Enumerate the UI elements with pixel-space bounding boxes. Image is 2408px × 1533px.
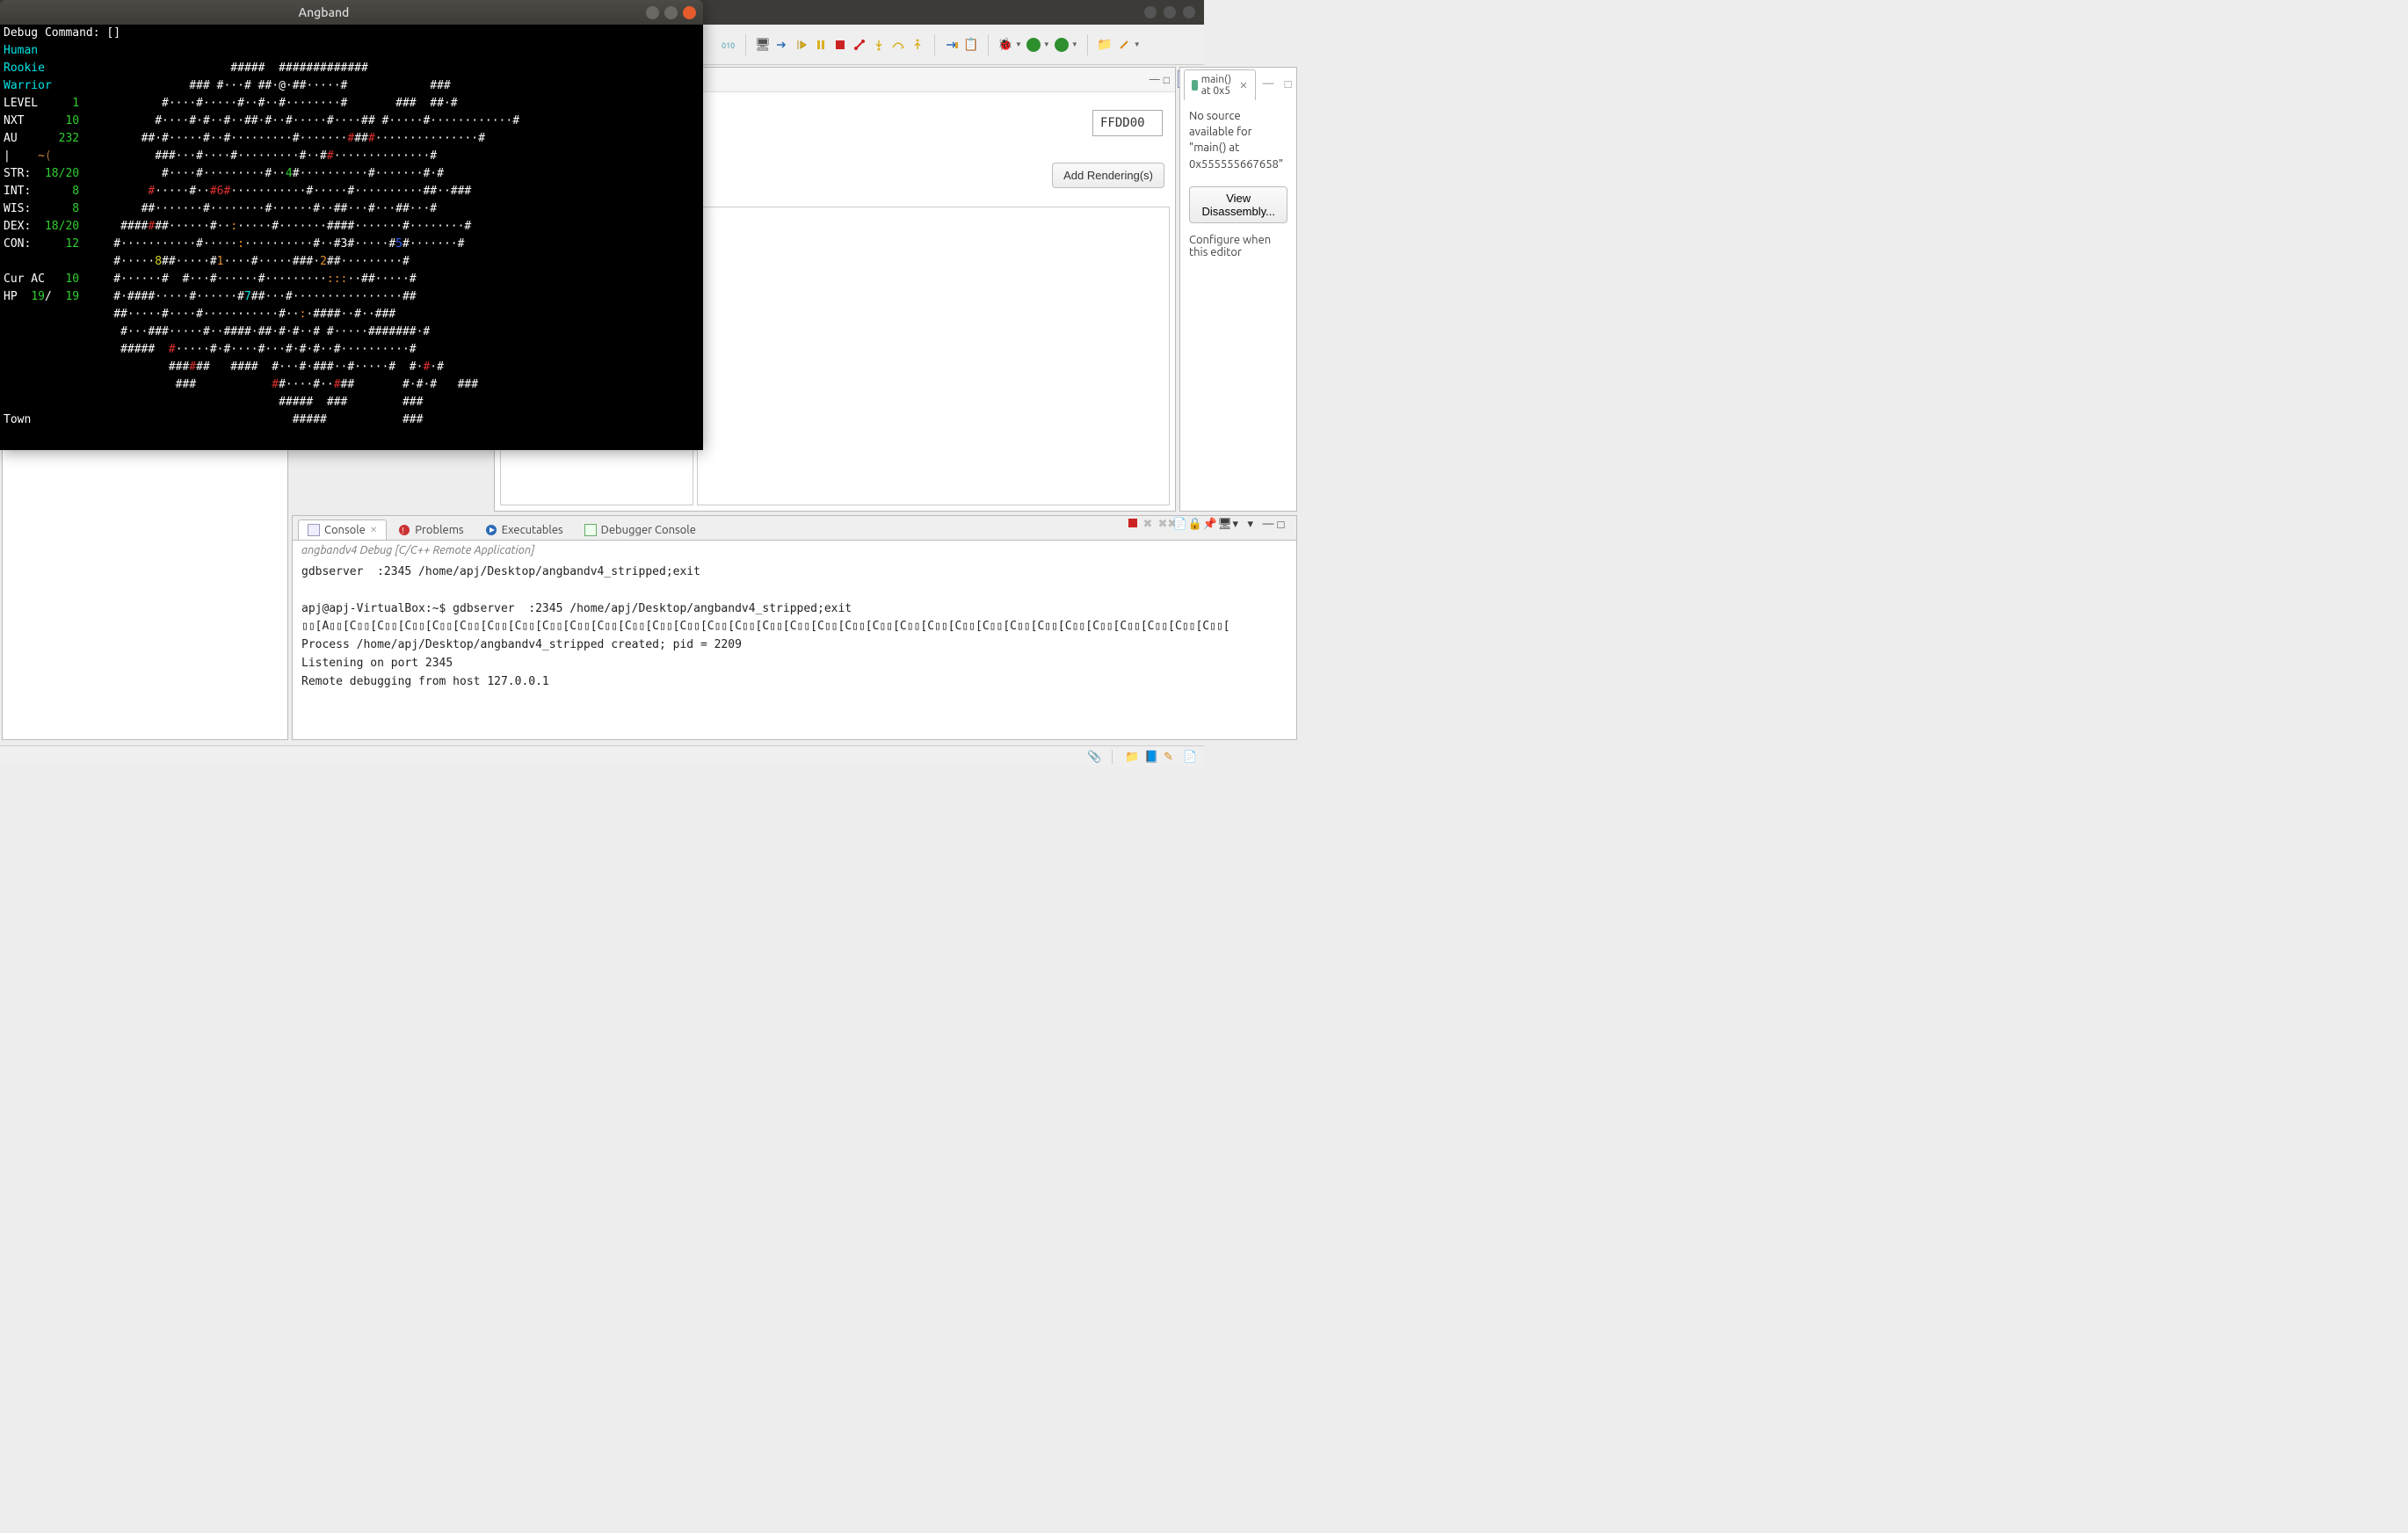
close-tab-icon[interactable]: ✕ [370,525,377,535]
minimize-panel-icon[interactable]: — [1150,74,1160,85]
console-launch-label: angbandv4 Debug [C/C++ Remote Applicatio… [293,541,1296,560]
folder-icon[interactable]: 📁 [1097,37,1113,53]
maximize-icon[interactable] [1164,6,1176,18]
skip-icon[interactable] [774,37,790,53]
angband-window[interactable]: Angband Debug Command: []HumanRookie ###… [0,0,703,450]
drop-to-frame-icon[interactable]: 📋 [963,37,979,53]
angband-title: Angband [7,5,641,19]
angband-titlebar[interactable]: Angband [0,0,703,25]
close-icon[interactable] [1183,6,1195,18]
c-file-icon [1192,80,1198,91]
clear-icon[interactable]: 📄 [1172,518,1185,530]
tab-console[interactable]: Console ✕ [298,519,387,540]
tab-executables[interactable]: Executables [475,519,573,540]
minimize-panel-icon[interactable]: — [1258,74,1280,93]
tab-label: Executables [502,524,563,536]
close-tab-icon[interactable]: ✕ [1239,80,1247,91]
console-panel: Console ✕ ! Problems Executables Debugge… [292,515,1297,740]
angband-terminal[interactable]: Debug Command: []HumanRookie ##### #####… [0,25,703,450]
display-icon[interactable]: 🖥 [1217,518,1229,530]
disconnect-icon[interactable] [852,37,867,53]
minimize-icon[interactable] [646,6,659,19]
separator [1087,34,1088,55]
step-into-icon[interactable] [871,37,887,53]
dropdown-arrow-icon[interactable]: ▼ [1015,40,1022,48]
dropdown-arrow-icon[interactable]: ▼ [1043,40,1050,48]
sb-icon[interactable]: ✎ [1164,751,1176,763]
maximize-icon[interactable] [664,6,678,19]
close-icon[interactable] [683,6,696,19]
new-console-icon[interactable]: ▾ [1247,518,1259,530]
editor-tab-label: main() at 0x5 [1201,74,1237,97]
console-toolbar: ✖ ✖✖ 📄 🔒 📌 🖥 ▾ ▾ — □ [1128,518,1289,530]
scroll-lock-icon[interactable]: 🔒 [1187,518,1200,530]
console-tabs: Console ✕ ! Problems Executables Debugge… [293,516,1296,541]
no-source-message: No source available for "main() at 0x555… [1180,99,1296,186]
tab-problems[interactable]: ! Problems [388,519,473,540]
dropdown-arrow-icon[interactable]: ▼ [1071,40,1078,48]
tab-label: Console [324,524,366,536]
sb-icon[interactable]: 📄 [1183,751,1195,763]
terminate-icon[interactable] [1128,518,1140,530]
suspend-icon[interactable] [813,37,829,53]
status-bar: 📎 📁 📘 ✎ 📄 [0,745,1204,766]
instruction-step-icon[interactable] [944,37,960,53]
wand-icon[interactable] [1116,37,1132,53]
maximize-panel-icon[interactable]: □ [1277,518,1289,530]
remove-all-icon[interactable]: ✖✖ [1157,518,1170,530]
console-icon [308,524,320,536]
sb-icon[interactable]: 📘 [1144,751,1157,763]
sb-icon[interactable]: 📁 [1125,751,1137,763]
dropdown-arrow-icon[interactable]: ▼ [1134,40,1141,48]
view-disassembly-button[interactable]: View Disassembly... [1189,186,1287,223]
memory-renderings-area[interactable] [697,207,1170,505]
svg-text:!: ! [402,526,404,535]
minimize-panel-icon[interactable]: — [1262,518,1274,530]
executables-icon [485,524,497,536]
separator [988,34,989,55]
memory-address-input[interactable] [1092,110,1163,136]
resume-icon[interactable] [794,37,809,53]
terminate-icon[interactable] [832,37,848,53]
tab-label: Debugger Console [601,524,696,536]
problems-icon: ! [398,524,410,536]
binary-icon[interactable]: 0101 [721,37,736,53]
pin-icon[interactable]: 📌 [1202,518,1215,530]
run-icon[interactable] [1026,37,1041,53]
source-panel: main() at 0x5 ✕ — □ No source available … [1179,67,1297,512]
monitor-icon[interactable]: 🖥 [755,37,771,53]
step-over-icon[interactable] [890,37,906,53]
separator [934,34,935,55]
console-output[interactable]: gdbserver :2345 /home/apj/Desktop/angban… [293,560,1296,695]
tab-debugger-console[interactable]: Debugger Console [575,519,706,540]
open-console-icon[interactable]: ▾ [1232,518,1244,530]
minimize-icon[interactable] [1144,6,1157,18]
maximize-panel-icon[interactable]: □ [1164,74,1170,86]
svg-text:0101: 0101 [722,41,736,50]
remove-launch-icon[interactable]: ✖ [1142,518,1155,530]
maximize-panel-icon[interactable]: □ [1280,74,1297,94]
separator [1112,750,1113,764]
separator [745,34,746,55]
bug-icon[interactable]: 🐞 [997,37,1013,53]
debugger-console-icon [584,524,597,536]
tab-label: Problems [415,524,463,536]
profile-icon[interactable] [1054,37,1070,53]
configure-editor-message: Configure when this editor [1180,234,1296,258]
editor-tab-main[interactable]: main() at 0x5 ✕ [1184,69,1256,100]
sb-icon[interactable]: 📎 [1087,751,1099,763]
add-rendering-button[interactable]: Add Rendering(s) [1052,163,1164,188]
step-return-icon[interactable] [910,37,925,53]
